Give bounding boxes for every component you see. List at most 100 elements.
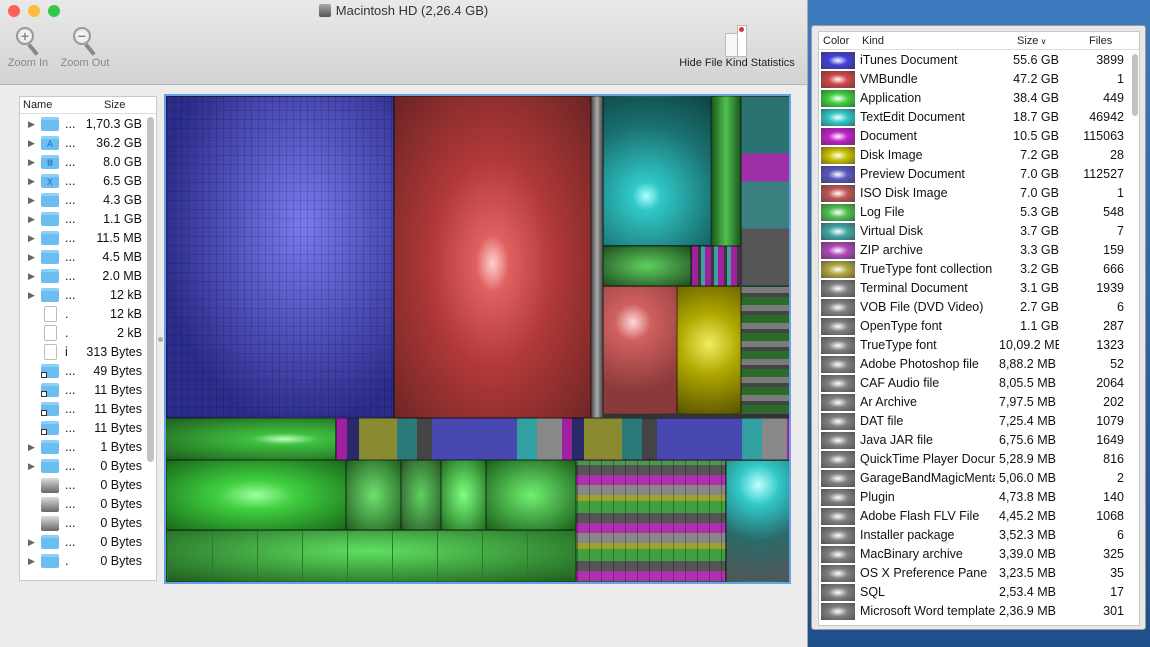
kind-row[interactable]: Microsoft Word template 2,36.9 MB 301 — [819, 602, 1129, 621]
outline-row[interactable]: ▶... 0 Bytes — [20, 533, 144, 552]
kind-row[interactable]: TextEdit Document 18.7 GB 46942 — [819, 108, 1129, 127]
treemap-block-itunes[interactable] — [166, 96, 394, 418]
disclosure-triangle-icon[interactable]: ▶ — [28, 290, 35, 301]
kind-row[interactable]: Terminal Document 3.1 GB 1939 — [819, 279, 1129, 298]
treemap-block-app-big[interactable] — [166, 460, 346, 530]
outline-row[interactable]: ▶... 0 Bytes — [20, 457, 144, 476]
outline-row[interactable]: i 313 Bytes — [20, 343, 144, 362]
outline-row[interactable]: ▶... 4.3 GB — [20, 191, 144, 210]
treemap-block-doc-small[interactable] — [691, 246, 741, 286]
outline-row[interactable]: ▶... 4.5 MB — [20, 248, 144, 267]
kind-row[interactable]: SQL 2,53.4 MB 17 — [819, 583, 1129, 602]
disclosure-triangle-icon[interactable]: ▶ — [28, 271, 35, 282]
kind-row[interactable]: Disk Image 7.2 GB 28 — [819, 146, 1129, 165]
split-view-handle[interactable] — [158, 337, 163, 342]
treemap-block-app-2[interactable] — [346, 460, 401, 530]
kind-row[interactable]: VMBundle 47.2 GB 1 — [819, 70, 1129, 89]
kind-row[interactable]: Log File 5.3 GB 548 — [819, 203, 1129, 222]
treemap-block-textedit-2[interactable] — [726, 460, 789, 582]
disclosure-triangle-icon[interactable]: ▶ — [28, 195, 35, 206]
outline-row[interactable]: ▶... 2.0 MB — [20, 267, 144, 286]
kind-row[interactable]: TrueType font 10,09.2 MB 1323 — [819, 336, 1129, 355]
kind-row[interactable]: Adobe Photoshop file 8,88.2 MB 52 — [819, 355, 1129, 374]
treemap-block-app-4[interactable] — [441, 460, 486, 530]
treemap-block-iso[interactable] — [603, 286, 677, 414]
outline-scrollbar[interactable] — [147, 117, 154, 462]
kind-row[interactable]: Ar Archive 7,97.5 MB 202 — [819, 393, 1129, 412]
kind-row[interactable]: OS X Preference Pane 3,23.5 MB 35 — [819, 564, 1129, 583]
zoom-in-button[interactable]: + Zoom In — [4, 25, 52, 69]
treemap-block-disk-image[interactable] — [677, 286, 741, 414]
disclosure-triangle-icon[interactable]: ▶ — [28, 176, 35, 187]
name-column-header[interactable]: Name — [23, 99, 52, 111]
disclosure-triangle-icon[interactable]: ▶ — [28, 537, 35, 548]
outline-row[interactable]: ... 49 Bytes — [20, 362, 144, 381]
outline-row[interactable]: ... 0 Bytes — [20, 476, 144, 495]
kind-row[interactable]: iTunes Document 55.6 GB 3899 — [819, 51, 1129, 70]
outline-row[interactable]: ▶... 12 kB — [20, 286, 144, 305]
disclosure-triangle-icon[interactable]: ▶ — [28, 157, 35, 168]
disclosure-triangle-icon[interactable]: ▶ — [28, 214, 35, 225]
outline-row[interactable]: ▶... 1.1 GB — [20, 210, 144, 229]
outline-row[interactable]: ... 0 Bytes — [20, 514, 144, 533]
disclosure-triangle-icon[interactable]: ▶ — [28, 233, 35, 244]
outline-row[interactable]: ▶ X... 6.5 GB — [20, 172, 144, 191]
outline-row[interactable]: ... 11 Bytes — [20, 400, 144, 419]
files-column-header[interactable]: Files — [1089, 35, 1112, 47]
kind-row[interactable]: Java JAR file 6,75.6 MB 1649 — [819, 431, 1129, 450]
treemap-block-textedit[interactable] — [603, 96, 711, 246]
size-column-header[interactable]: Size — [104, 99, 125, 111]
kind-row[interactable]: Preview Document 7.0 GB 112527 — [819, 165, 1129, 184]
treemap-block-app-5[interactable] — [486, 460, 576, 530]
treemap-block-mixed-3[interactable] — [576, 460, 726, 582]
treemap-block-mixed-2[interactable] — [741, 286, 789, 414]
disclosure-triangle-icon[interactable]: ▶ — [28, 138, 35, 149]
treemap-block-mixed-1[interactable] — [741, 96, 789, 286]
kind-row[interactable]: Document 10.5 GB 115063 — [819, 127, 1129, 146]
treemap-block-vmbundle[interactable] — [394, 96, 591, 418]
outline-row[interactable]: ▶. 0 Bytes — [20, 552, 144, 571]
kind-row[interactable]: ISO Disk Image 7.0 GB 1 — [819, 184, 1129, 203]
kind-column-header[interactable]: Kind — [862, 35, 884, 47]
disclosure-triangle-icon[interactable]: ▶ — [28, 252, 35, 263]
size-column-header[interactable]: Size ∨ — [1017, 35, 1046, 47]
treemap-block-app-3[interactable] — [401, 460, 441, 530]
kind-row[interactable]: Virtual Disk 3.7 GB 7 — [819, 222, 1129, 241]
color-column-header[interactable]: Color — [823, 35, 849, 47]
disclosure-triangle-icon[interactable]: ▶ — [28, 461, 35, 472]
kind-row[interactable]: DAT file 7,25.4 MB 1079 — [819, 412, 1129, 431]
kind-row[interactable]: TrueType font collection 3.2 GB 666 — [819, 260, 1129, 279]
folder-outline[interactable]: Name Size ▶... 1,70.3 GB ▶ A... 36.2 GB ▶ Ⅲ...… — [19, 96, 157, 581]
kind-row[interactable]: Plugin 4,73.8 MB 140 — [819, 488, 1129, 507]
kind-row[interactable]: CAF Audio file 8,05.5 MB 2064 — [819, 374, 1129, 393]
treemap-block-app-small[interactable] — [603, 246, 691, 286]
treemap-view[interactable] — [164, 94, 791, 584]
kind-row[interactable]: MacBinary archive 3,39.0 MB 325 — [819, 545, 1129, 564]
outline-row[interactable]: ... 11 Bytes — [20, 381, 144, 400]
outline-row[interactable]: ▶ A... 36.2 GB — [20, 134, 144, 153]
outline-row[interactable]: . 12 kB — [20, 305, 144, 324]
kind-row[interactable]: OpenType font 1.1 GB 287 — [819, 317, 1129, 336]
zoom-out-button[interactable]: − Zoom Out — [56, 25, 114, 69]
treemap-block-log[interactable] — [711, 96, 741, 246]
outline-row[interactable]: ... 11 Bytes — [20, 419, 144, 438]
kind-row[interactable]: Adobe Flash FLV File 4,45.2 MB 1068 — [819, 507, 1129, 526]
kind-table-scrollbar[interactable] — [1132, 54, 1138, 116]
treemap-block-app-row[interactable] — [166, 530, 576, 582]
outline-row[interactable]: ▶... 1 Bytes — [20, 438, 144, 457]
hide-file-kind-statistics-button[interactable]: Hide File Kind Statistics — [670, 25, 804, 69]
outline-row[interactable]: ... 0 Bytes — [20, 495, 144, 514]
outline-row[interactable]: . 2 kB — [20, 324, 144, 343]
disclosure-triangle-icon[interactable]: ▶ — [28, 119, 35, 130]
disclosure-triangle-icon[interactable]: ▶ — [28, 556, 35, 567]
kind-row[interactable]: GarageBandMagicMenta 5,06.0 MB 2 — [819, 469, 1129, 488]
disclosure-triangle-icon[interactable]: ▶ — [28, 442, 35, 453]
outline-row[interactable]: ▶... 1,70.3 GB — [20, 115, 144, 134]
kind-row[interactable]: Application 38.4 GB 449 — [819, 89, 1129, 108]
kind-row[interactable]: QuickTime Player Document 5,28.9 MB 816 — [819, 450, 1129, 469]
treemap-block-misc[interactable] — [591, 96, 603, 418]
kind-row[interactable]: ZIP archive 3.3 GB 159 — [819, 241, 1129, 260]
kind-row[interactable]: VOB File (DVD Video) 2.7 GB 6 — [819, 298, 1129, 317]
file-kind-table[interactable]: Color Kind Size ∨ Files iTunes Document 5… — [818, 31, 1140, 626]
kind-row[interactable]: Installer package 3,52.3 MB 6 — [819, 526, 1129, 545]
